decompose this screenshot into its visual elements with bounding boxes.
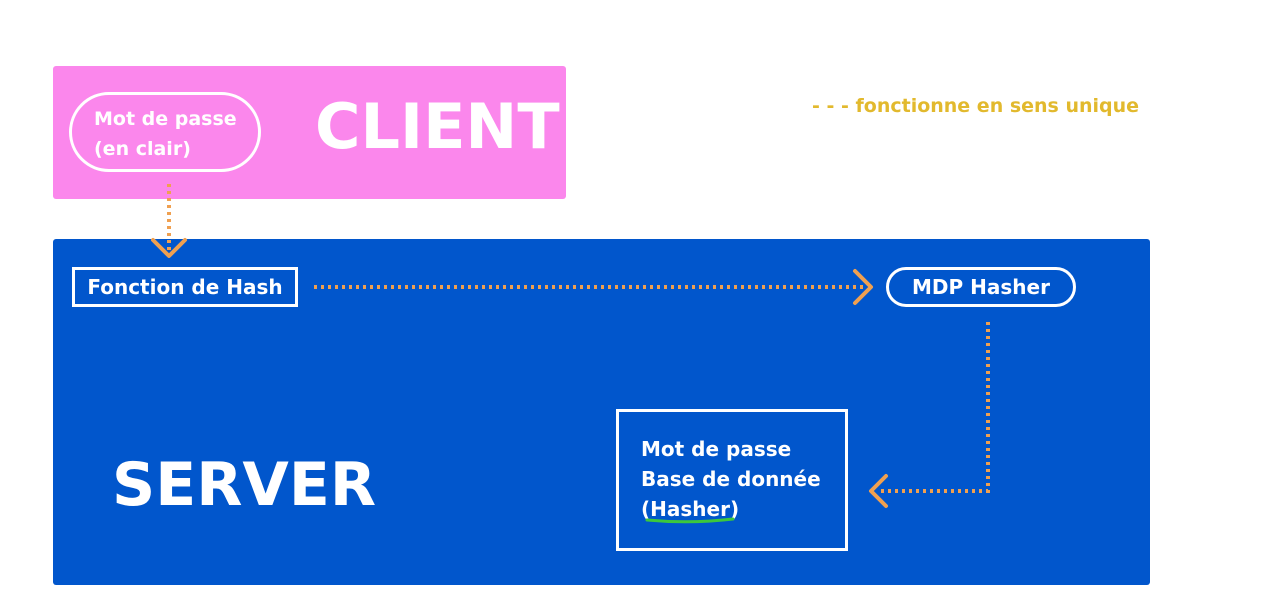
flow-arrows bbox=[151, 184, 990, 524]
highlight-underline bbox=[645, 517, 735, 524]
arrow-mdp-to-database bbox=[878, 322, 990, 493]
